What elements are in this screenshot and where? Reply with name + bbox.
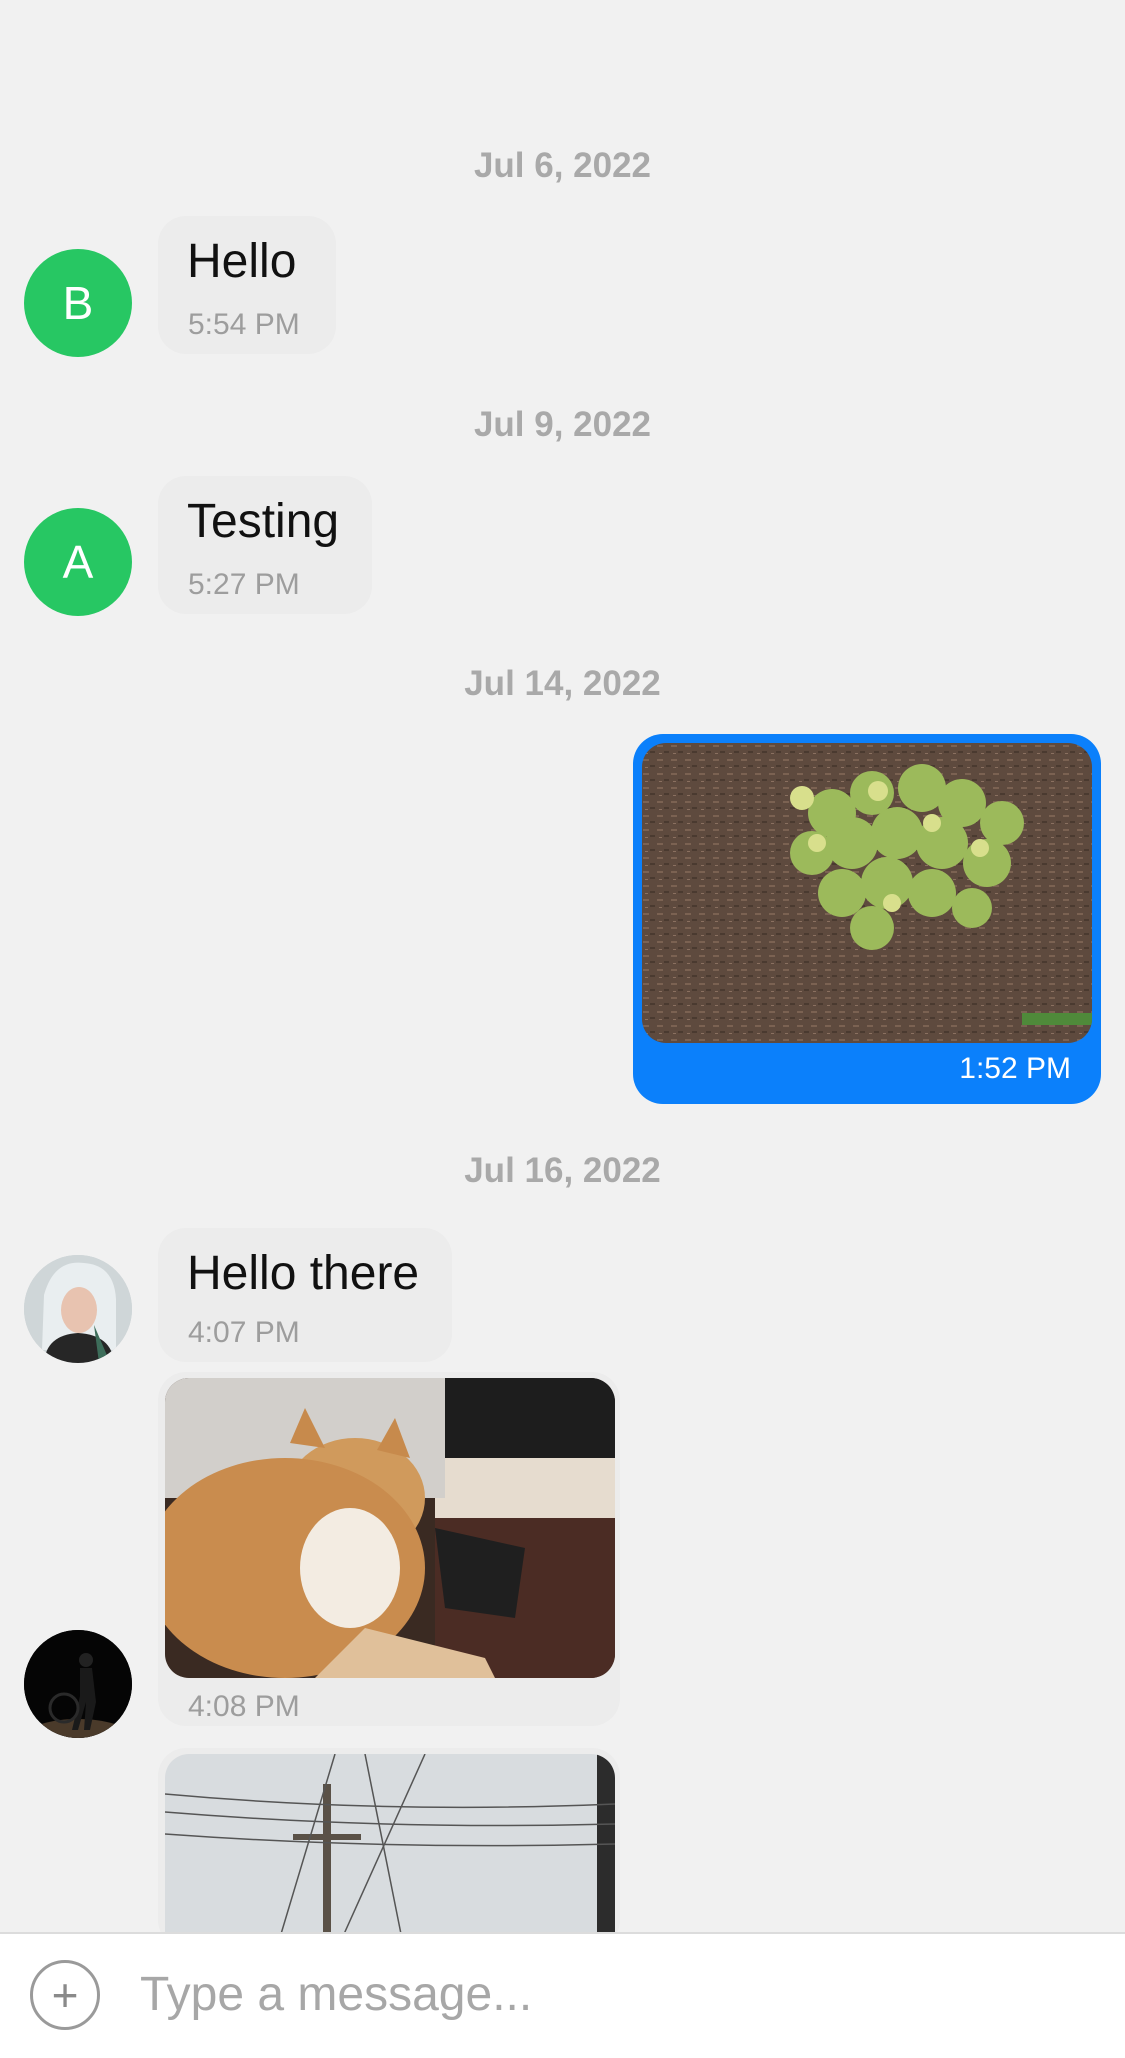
- plus-icon: +: [51, 1969, 79, 2021]
- date-separator: Jul 14, 2022: [464, 664, 661, 703]
- message-time: 4:08 PM: [188, 1690, 300, 1723]
- dark-silhouette-icon: [24, 1630, 132, 1738]
- message-text: Testing: [187, 495, 340, 548]
- avatar-initial: B: [62, 277, 94, 329]
- message-text: Hello there: [187, 1247, 420, 1300]
- woman-portrait-icon: [24, 1255, 132, 1363]
- add-attachment-button[interactable]: +: [30, 1960, 100, 2030]
- sent-photo-message[interactable]: 1:52 PM: [633, 734, 1101, 1104]
- message-input[interactable]: [138, 1958, 1092, 2030]
- date-separator: Jul 6, 2022: [473, 146, 652, 185]
- message-bubble[interactable]: Hello there 4:07 PM: [158, 1228, 452, 1362]
- date-separator: Jul 16, 2022: [464, 1151, 661, 1190]
- message-time: 4:07 PM: [188, 1316, 300, 1349]
- avatar[interactable]: B: [24, 249, 132, 357]
- message-time: 5:27 PM: [188, 568, 300, 601]
- avatar[interactable]: [24, 1630, 132, 1738]
- avatar[interactable]: [24, 1255, 132, 1363]
- message-time: 1:52 PM: [959, 1052, 1071, 1085]
- message-bubble[interactable]: Testing 5:27 PM: [158, 476, 372, 614]
- avatar-initial: A: [62, 536, 94, 588]
- cat-photo[interactable]: [165, 1378, 615, 1678]
- date-separator: Jul 9, 2022: [473, 405, 652, 444]
- message-bubble[interactable]: Hello 5:54 PM: [158, 216, 336, 354]
- message-bubble[interactable]: 4:08 PM: [158, 1372, 620, 1726]
- plant-photo[interactable]: [642, 743, 1092, 1043]
- message-text: Hello: [187, 235, 297, 288]
- avatar[interactable]: A: [24, 508, 132, 616]
- message-time: 5:54 PM: [188, 308, 300, 341]
- message-bubble[interactable]: [158, 1748, 620, 2054]
- message-composer: +: [0, 1932, 1125, 2058]
